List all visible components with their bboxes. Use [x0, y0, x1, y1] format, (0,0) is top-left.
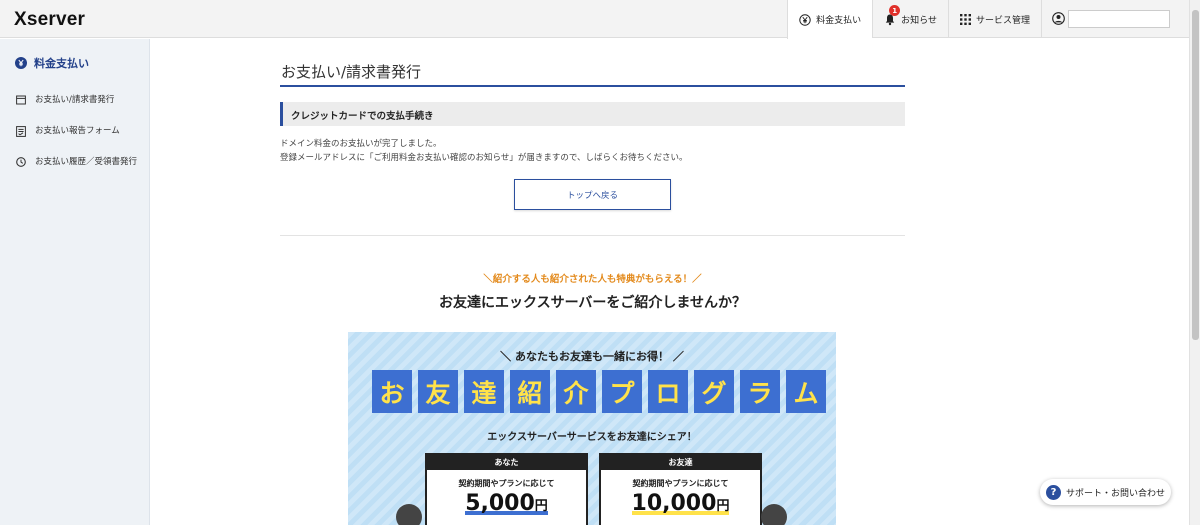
reward-card-desc: 契約期間やプランに応じて: [458, 479, 555, 488]
referral-tagline: ＼紹介する人も紹介された人も特典がもらえる！／: [483, 274, 702, 285]
reward-amount-unit: 円: [716, 499, 730, 514]
reward-card-caption: あなた: [427, 455, 586, 470]
avatar-illustration: [396, 504, 422, 525]
invoice-icon: [16, 95, 26, 105]
banner-title: お 友 達 紹 介 プ ロ グ ラ ム: [372, 370, 826, 413]
banner-subtitle: ＼ あなたもお友達も一緒にお得！ ／: [500, 350, 684, 363]
nav-service-management[interactable]: サービス管理: [947, 0, 1041, 38]
scrollbar-thumb[interactable]: [1192, 10, 1199, 340]
help-icon: ?: [1046, 484, 1061, 500]
banner-title-char: ロ: [648, 370, 688, 413]
sidebar-item-payment-invoice[interactable]: お支払い/請求書発行: [0, 85, 149, 116]
nav-billing-label: 料金支払い: [816, 16, 862, 26]
user-menu[interactable]: [1041, 0, 1200, 38]
page-title: お支払い/請求書発行: [280, 61, 905, 87]
nav-notifications-label: お知らせ: [901, 15, 937, 26]
top-nav: 料金支払い 1 お知らせ サービス管理: [787, 0, 1200, 39]
user-icon: [1052, 10, 1065, 29]
main-content: お支払い/請求書発行 クレジットカードでの支払手続き ドメイン料金のお支払いが完…: [151, 39, 1200, 525]
grid-icon: [959, 13, 971, 25]
back-to-top-button[interactable]: トップへ戻る: [514, 179, 671, 210]
nav-billing[interactable]: 料金支払い: [787, 0, 873, 39]
banner-title-char: ム: [786, 370, 826, 413]
sidebar-heading[interactable]: 料金支払い: [0, 39, 149, 71]
message-line: 登録メールアドレスに「ご利用料金お支払い確認のお知らせ」が届きますので、しばらく…: [280, 153, 688, 163]
sidebar-heading-label: 料金支払い: [34, 57, 89, 70]
banner-share-text: エックスサーバーサービスをお友達にシェア！: [487, 432, 697, 443]
top-header: Xserver 料金支払い 1 お知らせ サービス管理: [0, 0, 1200, 39]
page-scrollbar[interactable]: [1189, 0, 1200, 525]
sidebar-item-label: お支払い報告フォーム: [35, 126, 120, 136]
referral-heading: お友達にエックスサーバーをご紹介しませんか？: [438, 295, 747, 311]
reward-amount: 5,000円: [427, 491, 586, 516]
nav-notifications[interactable]: 1 お知らせ: [872, 0, 948, 38]
history-icon: [16, 157, 26, 167]
banner-title-char: 達: [464, 370, 504, 413]
message-line: ドメイン料金のお支払いが完了しました。: [280, 139, 442, 149]
banner-title-char: 紹: [510, 370, 550, 413]
xserver-logo[interactable]: Xserver: [14, 9, 85, 31]
app-window: Xserver 料金支払い 1 お知らせ サービス管理 料金支払い お支払い/請…: [0, 0, 1200, 525]
form-icon: [16, 126, 26, 137]
yen-circle-icon: [15, 57, 27, 69]
reward-amount-value: 10,000: [631, 491, 717, 516]
referral-program-banner[interactable]: ＼ あなたもお友達も一緒にお得！ ／ お 友 達 紹 介 プ ロ グ ラ ム エ…: [348, 332, 836, 525]
banner-title-char: 介: [556, 370, 596, 413]
reward-card-you: あなた 契約期間やプランに応じて 5,000円: [425, 453, 588, 525]
avatar-illustration: [761, 504, 787, 525]
reward-card-desc: 契約期間やプランに応じて: [632, 479, 729, 488]
divider: [280, 235, 905, 236]
user-name-field[interactable]: [1068, 10, 1170, 28]
sidebar-item-payment-report[interactable]: お支払い報告フォーム: [0, 116, 149, 147]
nav-service-management-label: サービス管理: [975, 15, 1030, 26]
banner-title-char: グ: [694, 370, 734, 413]
banner-title-char: プ: [602, 370, 642, 413]
banner-title-char: 友: [418, 370, 458, 413]
sidebar: 料金支払い お支払い/請求書発行 お支払い報告フォーム お支払い履歴／受領書発行: [0, 39, 150, 525]
sidebar-item-label: お支払い/請求書発行: [35, 95, 115, 105]
reward-card-friend: お友達 契約期間やプランに応じて 10,000円: [599, 453, 762, 525]
banner-title-char: ラ: [740, 370, 780, 413]
reward-amount: 10,000円: [601, 491, 760, 516]
banner-title-char: お: [372, 370, 412, 413]
reward-amount-unit: 円: [534, 499, 548, 514]
completion-message: ドメイン料金のお支払いが完了しました。 登録メールアドレスに「ご利用料金お支払い…: [280, 137, 688, 165]
support-label: サポート・お問い合わせ: [1066, 488, 1166, 499]
notification-badge: 1: [889, 5, 901, 16]
sidebar-item-payment-history[interactable]: お支払い履歴／受領書発行: [0, 147, 149, 178]
sidebar-item-label: お支払い履歴／受領書発行: [35, 157, 138, 167]
yen-icon: [799, 13, 811, 26]
support-contact-button[interactable]: ? サポート・お問い合わせ: [1040, 479, 1171, 505]
reward-card-caption: お友達: [601, 455, 760, 470]
section-heading: クレジットカードでの支払手続き: [280, 102, 905, 126]
reward-amount-value: 5,000: [465, 491, 535, 516]
sidebar-list: お支払い/請求書発行 お支払い報告フォーム お支払い履歴／受領書発行: [0, 85, 149, 178]
